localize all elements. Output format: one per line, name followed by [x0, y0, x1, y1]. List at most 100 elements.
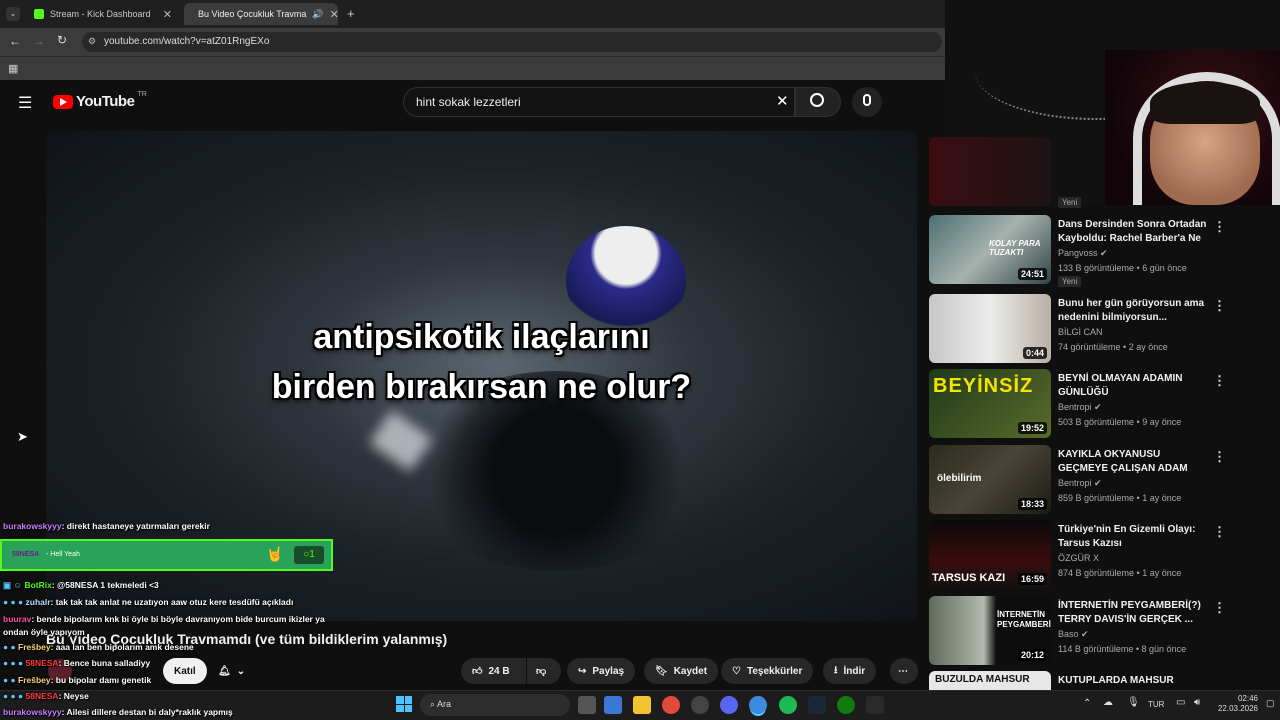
notification-center-icon[interactable]: ▢ — [1266, 698, 1275, 709]
recommendation-card[interactable]: KOLAY PARA TUZAKTI 24:51 Dans Dersinden … — [929, 215, 1229, 287]
notifications-button[interactable]: 🔔︎ ⌄ — [212, 658, 251, 684]
volume-icon[interactable]: 🔊︎ — [1194, 697, 1200, 708]
like-button[interactable]: 👍︎ 24 B — [461, 658, 526, 684]
file-explorer-icon[interactable] — [633, 696, 651, 714]
chrome-icon[interactable] — [662, 696, 680, 714]
more-actions-button[interactable]: ⋯ — [890, 658, 918, 684]
chat-username: 58NESA — [25, 691, 59, 701]
new-tab-button[interactable]: + — [347, 6, 355, 21]
chat-message: ● ● ● 58NESA: Bence buna salladiyy — [3, 658, 151, 668]
more-options-icon[interactable]: ⋮ — [1213, 373, 1226, 389]
spotify-icon[interactable] — [779, 696, 797, 714]
download-button[interactable]: ⭳ İndir — [823, 658, 877, 684]
menu-icon[interactable]: ☰ — [18, 93, 32, 113]
region-code: TR — [137, 91, 147, 98]
share-button[interactable]: ↪ Paylaş — [567, 658, 636, 684]
xbox-icon[interactable] — [837, 696, 855, 714]
video-title[interactable]: KAYIKLA OKYANUSU GEÇMEYE ÇALIŞAN ADAM — [1058, 448, 1208, 476]
tab-youtube-video[interactable]: Bu Video Çocukluk Travma 🔊 ✕ — [184, 3, 338, 25]
recommendation-card[interactable]: 0:44 Bunu her gün görüyorsun ama nedenin… — [929, 294, 1229, 366]
chat-message: ● ● Frešbey: aaa lan ben bipolarım amk d… — [3, 642, 194, 652]
thanks-button[interactable]: ♡ Teşekkürler — [721, 658, 814, 684]
clock-time: 02:46 — [1237, 694, 1258, 703]
input-language[interactable]: TUR — [1148, 700, 1164, 709]
reload-icon[interactable]: ↻ — [57, 33, 67, 47]
speaker-icon[interactable]: 🔊 — [312, 9, 323, 20]
taskbar-search-label: Ara — [437, 699, 452, 709]
microsoft-store-icon[interactable] — [604, 696, 622, 714]
close-tab-icon[interactable]: ✕ — [163, 8, 172, 21]
more-options-icon[interactable]: ⋮ — [1213, 219, 1226, 235]
chat-message: ▣ ☺ BotRix: @58NESA 1 tekmeledi <3 — [3, 580, 159, 590]
channel-name[interactable]: Bentropi ✔ — [1058, 478, 1102, 489]
video-title[interactable]: Türkiye'nin En Gizemli Olayı: Tarsus Kaz… — [1058, 523, 1208, 551]
channel-name[interactable]: Bentropi ✔ — [1058, 402, 1102, 413]
search-button[interactable] — [795, 87, 841, 117]
chrome-active-icon[interactable] — [749, 696, 767, 714]
youtube-wordmark: YouTube — [76, 93, 135, 110]
task-view-icon[interactable] — [578, 696, 596, 714]
video-subtitle-line-1: antipsikotik ilaçlarını — [313, 318, 650, 356]
forward-icon[interactable]: → — [33, 34, 45, 48]
network-icon[interactable]: ▭ — [1176, 697, 1185, 708]
video-title[interactable]: Bunu her gün görüyorsun ama nedenini bil… — [1058, 297, 1208, 325]
more-options-icon[interactable]: ⋮ — [1213, 298, 1226, 314]
url-field[interactable]: ⚙ youtube.com/watch?v=atZ01RngEXo — [82, 32, 942, 52]
taskbar-search-box[interactable]: ⌕ Ara — [420, 694, 570, 716]
video-title[interactable]: Dans Dersinden Sonra Ortadan Kayboldu: R… — [1058, 218, 1208, 246]
recommendation-card[interactable]: İNTERNETİN PEYGAMBERİ 20:12 İNTERNETİN P… — [929, 596, 1229, 668]
tab-list-chevron-icon[interactable]: ⌄ — [6, 7, 20, 21]
chat-message: ● ● Frešbey: bu bipolar damı genetik — [3, 675, 152, 685]
dislike-button[interactable]: 👎︎ — [527, 658, 561, 684]
thumbnail-text: İNTERNETİN PEYGAMBERİ — [997, 610, 1051, 629]
video-thumbnail: ölebilirim 18:33 — [929, 445, 1051, 514]
youtube-logo[interactable]: YouTube TR — [53, 91, 147, 110]
channel-label: Pangvoss — [1058, 248, 1098, 258]
voice-search-button[interactable] — [852, 87, 882, 117]
close-tab-icon[interactable]: ✕ — [330, 8, 338, 21]
cloud-icon[interactable]: ☁ — [1103, 697, 1113, 708]
clock[interactable]: 02:46 22.03.2026 — [1214, 694, 1258, 714]
more-options-icon[interactable]: ⋮ — [1213, 600, 1226, 616]
join-button[interactable]: Katıl — [163, 658, 207, 684]
recommendation-card-partial[interactable]: BUZULDA MAHSUR KUTUPLARDA MAHSUR — [929, 671, 1229, 690]
download-label: İndir — [843, 665, 866, 677]
video-title[interactable]: BEYNİ OLMAYAN ADAMIN GÜNLÜĞÜ — [1058, 372, 1208, 400]
recommendation-card[interactable]: BEYİNSİZ 19:52 BEYNİ OLMAYAN ADAMIN GÜNL… — [929, 369, 1229, 441]
share-label: Paylaş — [592, 665, 625, 677]
recommendation-card-partial[interactable]: Yeni — [929, 137, 1229, 208]
video-title[interactable]: İNTERNETİN PEYGAMBERİ(?) TERRY DAVIS'İN … — [1058, 599, 1208, 627]
thumbnail-text: BUZULDA MAHSUR — [935, 674, 1030, 685]
chat-message: ● ● ● zuhalr: tak tak tak anlat ne uzatı… — [3, 597, 294, 607]
back-icon[interactable]: ← — [9, 34, 21, 48]
steam-icon[interactable] — [808, 696, 826, 714]
video-subtitle-line-2: birden bırakırsan ne olur? — [271, 368, 692, 406]
site-info-icon[interactable]: ⚙ — [88, 36, 96, 47]
epic-games-icon[interactable] — [866, 696, 884, 714]
video-title[interactable]: KUTUPLARDA MAHSUR — [1058, 674, 1208, 688]
recommendation-card[interactable]: TARSUS KAZI 16:59 Türkiye'nin En Gizemli… — [929, 520, 1229, 592]
channel-name[interactable]: BİLGİ CAN — [1058, 327, 1103, 337]
windows-start-icon[interactable] — [396, 696, 412, 712]
more-options-icon[interactable]: ⋮ — [1213, 524, 1226, 540]
tray-overflow-icon[interactable]: ⌃ — [1083, 698, 1091, 709]
channel-name[interactable]: Pangvoss ✔ — [1058, 248, 1108, 259]
channel-name[interactable]: Baso ✔ — [1058, 629, 1089, 640]
more-options-icon[interactable]: ⋮ — [1213, 449, 1226, 465]
channel-label: Bentropi — [1058, 402, 1092, 412]
save-button[interactable]: 🔖︎ Kaydet — [644, 658, 719, 684]
tab-kick-dashboard[interactable]: Stream - Kick Dashboard ✕ — [26, 3, 180, 25]
apps-grid-icon[interactable]: ▦ — [8, 62, 18, 75]
search-input[interactable]: hint sokak lezzetleri ✕ — [403, 87, 795, 117]
recommendation-card[interactable]: ölebilirim 18:33 KAYIKLA OKYANUSU GEÇMEY… — [929, 445, 1229, 517]
github-icon[interactable] — [691, 696, 709, 714]
channel-name[interactable]: ÖZGÜR X — [1058, 553, 1099, 563]
notification-count: 1 — [309, 549, 315, 560]
chat-username: BotRix — [24, 580, 52, 590]
streamer-hair — [1150, 82, 1260, 124]
discord-icon[interactable] — [720, 696, 738, 714]
kick-icon — [34, 9, 44, 19]
tab-label: Stream - Kick Dashboard — [50, 9, 151, 19]
clear-search-icon[interactable]: ✕ — [776, 92, 789, 110]
microphone-tray-icon[interactable]: 🎙︎ — [1127, 697, 1140, 708]
